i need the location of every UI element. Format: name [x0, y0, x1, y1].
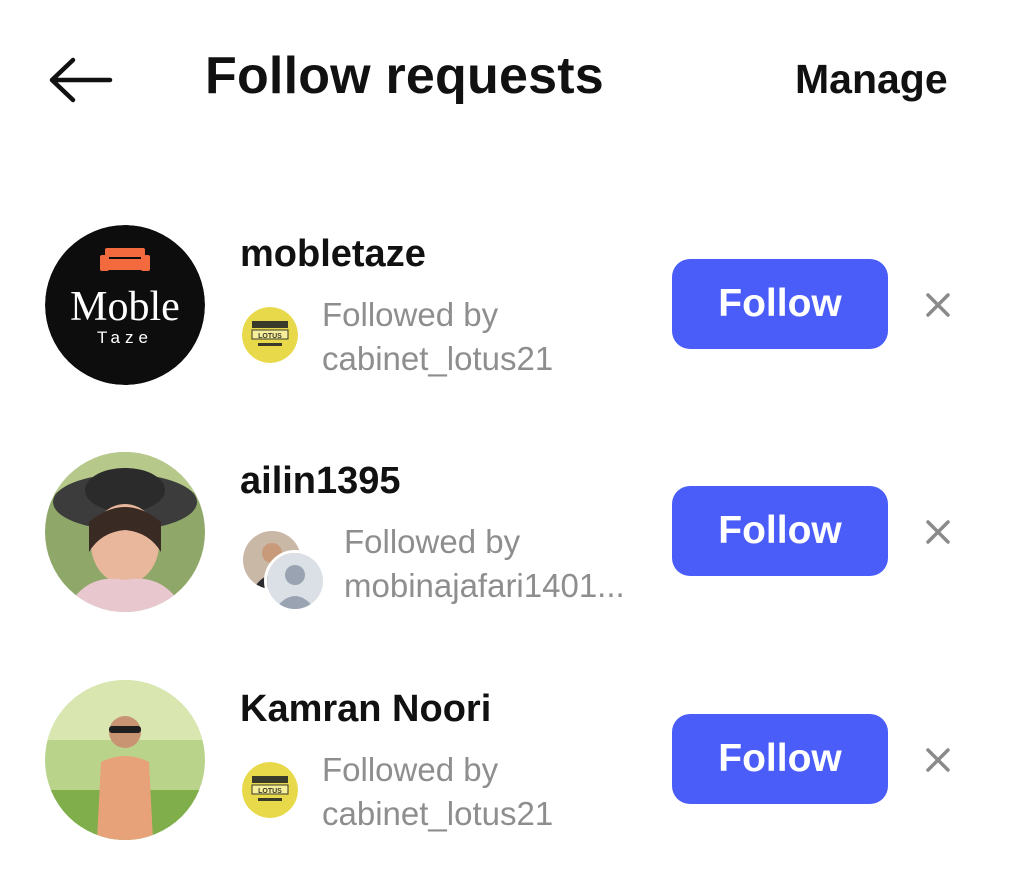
profile-photo — [45, 680, 205, 840]
moble-taze-logo: Moble Taze — [45, 225, 205, 385]
follow-button[interactable]: Follow — [672, 486, 888, 576]
username[interactable]: mobletaze — [240, 233, 426, 276]
sofa-icon — [100, 248, 150, 271]
svg-text:Taze: Taze — [97, 328, 153, 347]
svg-text:LOTUS: LOTUS — [258, 333, 282, 340]
arrow-left-icon — [49, 57, 113, 103]
follow-button[interactable]: Follow — [672, 259, 888, 349]
username[interactable]: Kamran Noori — [240, 688, 491, 731]
follow-button[interactable]: Follow — [672, 714, 888, 804]
mutual-followers: LOTUS Followed by cabinet_lotus21 — [240, 748, 660, 838]
username[interactable]: ailin1395 — [240, 460, 401, 503]
default-avatar-icon — [264, 550, 326, 612]
mutual-avatar: LOTUS — [242, 762, 298, 818]
followed-by-label: Followed by — [322, 296, 499, 333]
request-row: ailin1395 Followed by mobinajafari1401..… — [0, 452, 1024, 652]
page-title: Follow requests — [205, 47, 604, 105]
header-bar: Follow requests Manage — [0, 0, 1024, 160]
profile-photo — [45, 452, 205, 612]
avatar[interactable] — [45, 680, 205, 840]
followed-by-user[interactable]: cabinet_lotus21 — [322, 792, 553, 836]
lotus-logo: LOTUS — [242, 762, 298, 818]
followed-by-user[interactable]: mobinajafari1401... — [344, 564, 625, 608]
svg-text:LOTUS: LOTUS — [258, 788, 282, 795]
followed-by-label: Followed by — [322, 751, 499, 788]
request-row: Moble Taze mobletaze LOTUS Followed by c… — [0, 225, 1024, 425]
close-icon — [926, 748, 950, 772]
mutual-followers: LOTUS Followed by cabinet_lotus21 — [240, 293, 660, 383]
svg-text:Moble: Moble — [70, 284, 180, 330]
close-icon — [926, 520, 950, 544]
mutual-followers: Followed by mobinajafari1401... — [240, 520, 660, 612]
mutual-avatar: LOTUS — [242, 307, 298, 363]
avatar[interactable] — [45, 452, 205, 612]
dismiss-button[interactable] — [918, 740, 958, 780]
followed-by-user[interactable]: cabinet_lotus21 — [322, 337, 553, 381]
lotus-logo: LOTUS — [242, 307, 298, 363]
avatar[interactable]: Moble Taze — [45, 225, 205, 385]
dismiss-button[interactable] — [918, 512, 958, 552]
request-row: Kamran Noori LOTUS Followed by cabinet_l… — [0, 680, 1024, 880]
followed-by-label: Followed by — [344, 523, 521, 560]
close-icon — [926, 293, 950, 317]
back-button[interactable] — [40, 50, 120, 110]
dismiss-button[interactable] — [918, 285, 958, 325]
manage-button[interactable]: Manage — [795, 56, 948, 103]
